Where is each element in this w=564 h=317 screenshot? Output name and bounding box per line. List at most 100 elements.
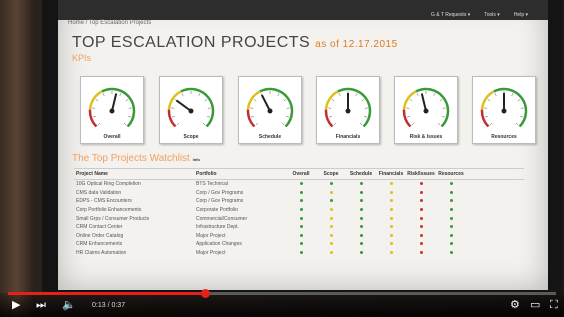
gauge-tick xyxy=(333,122,337,126)
table-row[interactable]: Corp Portfolio Enhancements Corporate Por… xyxy=(74,206,524,215)
top-nav: G & T Requests ▾ Tools ▾ Help ▾ xyxy=(431,12,528,18)
gauge-band xyxy=(88,109,98,127)
column-header[interactable]: Financials xyxy=(376,171,406,177)
portfolio-name: Corporate Portfolio xyxy=(196,207,238,214)
fullscreen-icon[interactable]: ⛶ xyxy=(550,300,558,311)
gauge-band xyxy=(167,90,182,110)
column-header[interactable]: Resources xyxy=(436,171,466,177)
column-header[interactable]: Overall xyxy=(286,171,316,177)
status-cell xyxy=(346,250,376,256)
status-dot-icon xyxy=(359,233,363,237)
status-dot-icon xyxy=(329,251,333,255)
gauge-tick xyxy=(202,122,206,126)
gauge-hub xyxy=(345,108,351,114)
status-cell xyxy=(316,190,346,196)
table-row[interactable]: HR Claims Automation Major Project xyxy=(74,249,524,258)
portfolio-name: BTS Technical xyxy=(196,181,228,188)
project-name[interactable]: Corp Portfolio Enhancements xyxy=(74,207,196,213)
theater-icon[interactable]: ▭ xyxy=(530,300,540,311)
gauge-tick xyxy=(511,93,514,96)
table-row[interactable]: Online Order Catalog Major Project xyxy=(74,232,524,241)
gauge-tick xyxy=(331,99,335,102)
portfolio-name: Corp / Gov Programs xyxy=(196,189,244,196)
info-link[interactable]: info xyxy=(193,157,200,162)
project-name[interactable]: Online Order Catalog xyxy=(74,233,196,239)
status-dot-icon xyxy=(419,190,423,194)
gauge-tick xyxy=(123,122,127,126)
project-name[interactable]: Small Grps / Consumer Products xyxy=(74,216,196,222)
table-body: 10G Optical Ring Completion BTS Technical… xyxy=(74,180,524,257)
table-row[interactable]: CMS data Validation Corp / Gov Programs xyxy=(74,189,524,198)
gauge-needle xyxy=(175,99,192,112)
column-header[interactable]: Project Name xyxy=(74,171,196,177)
column-header[interactable]: Portfolio xyxy=(196,171,286,177)
gauge-band xyxy=(480,109,490,127)
status-dot-icon xyxy=(449,182,453,186)
status-dot-icon xyxy=(419,182,423,186)
gauge-tick xyxy=(437,122,441,126)
play-icon[interactable]: ▶ xyxy=(12,300,20,311)
status-dot-icon xyxy=(329,190,333,194)
breadcrumb[interactable]: Home / Top Escalation Projects xyxy=(68,20,151,26)
gauge-schedule: Schedule xyxy=(238,76,302,144)
status-dot-icon xyxy=(389,208,393,212)
status-dot-icon xyxy=(359,225,363,229)
status-dot-icon xyxy=(329,233,333,237)
status-cell xyxy=(376,250,406,256)
volume-icon[interactable]: 🔈 xyxy=(62,300,76,311)
gauge-dial xyxy=(167,87,215,127)
gauge-tick xyxy=(484,116,488,118)
gauge-financials: Financials xyxy=(316,76,380,144)
project-name[interactable]: HR Claims Automation xyxy=(74,250,196,256)
gauge-tick xyxy=(92,116,96,118)
project-name[interactable]: 10G Optical Ring Completion xyxy=(74,181,196,187)
column-header[interactable]: Risk/Issues xyxy=(406,171,436,177)
project-name[interactable]: CRM Contact Center xyxy=(74,224,196,230)
status-cell xyxy=(346,241,376,247)
status-dot-icon xyxy=(359,182,363,186)
gauge-tick xyxy=(102,93,105,96)
kpis-heading: KPIs xyxy=(72,53,92,63)
nav-item-requests[interactable]: G & T Requests ▾ xyxy=(431,12,470,18)
project-name[interactable]: CMS data Validation xyxy=(74,190,196,196)
status-dot-icon xyxy=(299,199,303,203)
status-dot-icon xyxy=(419,208,423,212)
status-dot-icon xyxy=(389,199,393,203)
gauge-tick xyxy=(95,99,99,102)
column-header[interactable]: Scope xyxy=(316,171,346,177)
status-dot-icon xyxy=(449,208,453,212)
gauge-tick xyxy=(328,116,332,118)
status-cell xyxy=(436,224,466,230)
gauge-tick xyxy=(361,99,365,102)
table-row[interactable]: CRM Enhancements Application Changes xyxy=(74,240,524,249)
next-icon[interactable]: ⏭ xyxy=(36,300,46,311)
table-row[interactable]: 10G Optical Ring Completion BTS Technical xyxy=(74,180,524,189)
status-dot-icon xyxy=(329,199,333,203)
gauge-needle xyxy=(420,93,427,112)
progress-bar[interactable] xyxy=(8,289,556,298)
nav-item-tools[interactable]: Tools ▾ xyxy=(484,12,500,18)
video-controls: ▶ ⏭ 🔈 0:13 / 0:37 ⚙ ▭ ⛶ xyxy=(0,289,564,317)
column-header[interactable]: Schedule xyxy=(346,171,376,177)
table-row[interactable]: Small Grps / Consumer Products Commercial… xyxy=(74,214,524,223)
kpi-gauges: Overall Scope Schedule Financials Risk & Iss… xyxy=(80,76,540,148)
status-dot-icon xyxy=(299,233,303,237)
project-name[interactable]: CRM Enhancements xyxy=(74,241,196,247)
table-row[interactable]: CRM Contact Center Infrastructure Dept. xyxy=(74,223,524,232)
status-cell xyxy=(346,216,376,222)
status-cell xyxy=(436,233,466,239)
table-row[interactable]: EDPS - CMS Encounters Corp / Gov Programs xyxy=(74,197,524,206)
progress-knob[interactable] xyxy=(201,289,211,298)
status-cell xyxy=(286,233,316,239)
settings-icon[interactable]: ⚙ xyxy=(510,300,520,311)
gauge-tick xyxy=(176,122,180,126)
status-dot-icon xyxy=(389,190,393,194)
gauge-hub xyxy=(501,108,507,114)
as-of-date: as of 12.17.2015 xyxy=(315,39,398,50)
nav-item-help[interactable]: Help ▾ xyxy=(514,12,528,18)
status-cell xyxy=(436,241,466,247)
status-cell xyxy=(406,241,436,247)
project-name[interactable]: EDPS - CMS Encounters xyxy=(74,198,196,204)
gauge-tick xyxy=(515,122,519,126)
gauge-resources: Resources xyxy=(472,76,536,144)
